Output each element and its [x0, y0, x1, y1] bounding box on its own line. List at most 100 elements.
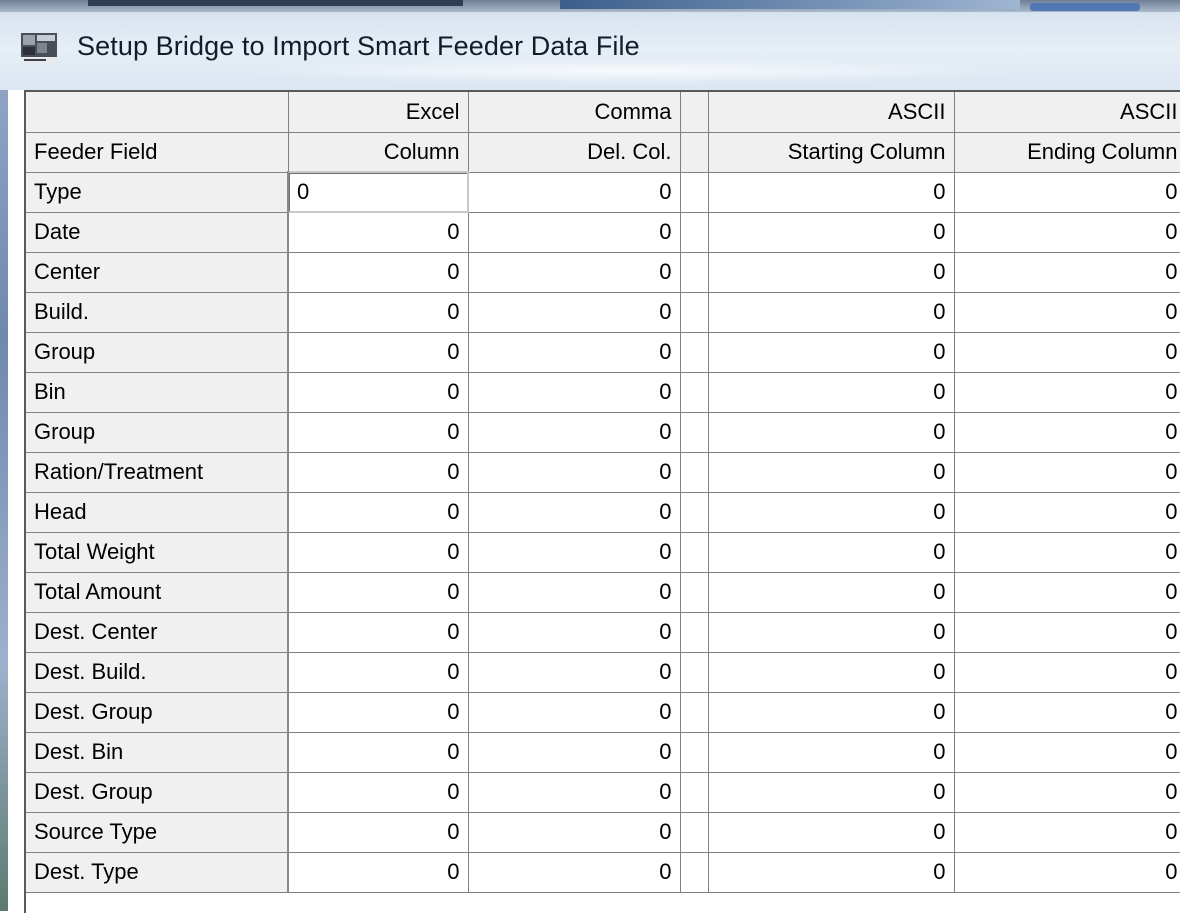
ascii-starting-column-cell[interactable]: 0	[708, 772, 955, 813]
excel-column-cell[interactable]: 0	[288, 212, 469, 253]
ascii-ending-column-cell[interactable]: 0	[954, 172, 1180, 213]
excel-column-cell[interactable]: 0	[288, 292, 469, 333]
ascii-ending-column-cell[interactable]: 0	[954, 532, 1180, 573]
comma-del-col-cell[interactable]: 0	[468, 852, 681, 893]
excel-column-cell[interactable]: 0	[288, 612, 469, 653]
ascii-starting-column-cell[interactable]: 0	[708, 652, 955, 693]
comma-del-col-cell[interactable]: 0	[468, 212, 681, 253]
header-ascii-start[interactable]: ASCII	[708, 92, 955, 133]
ascii-starting-column-cell[interactable]: 0	[708, 812, 955, 853]
comma-del-col-cell[interactable]: 0	[468, 252, 681, 293]
ascii-ending-column-cell[interactable]: 0	[954, 572, 1180, 613]
excel-column-cell[interactable]: 0	[288, 252, 469, 293]
field-mapping-grid[interactable]: Excel Comma ASCII ASCII Feeder Field Col…	[24, 90, 1180, 913]
ascii-ending-column-cell[interactable]: 0	[954, 412, 1180, 453]
table-row[interactable]: Dest. Group 0 0 0 0	[26, 772, 1180, 813]
table-row[interactable]: Total Weight 0 0 0 0	[26, 532, 1180, 573]
comma-del-col-cell[interactable]: 0	[468, 652, 681, 693]
ascii-starting-column-cell[interactable]: 0	[708, 572, 955, 613]
ascii-starting-column-cell[interactable]: 0	[708, 292, 955, 333]
table-row[interactable]: Source Type 0 0 0 0	[26, 812, 1180, 853]
ascii-starting-column-cell[interactable]: 0	[708, 692, 955, 733]
ascii-ending-column-cell[interactable]: 0	[954, 652, 1180, 693]
ascii-starting-column-cell[interactable]: 0	[708, 452, 955, 493]
comma-del-col-cell[interactable]: 0	[468, 732, 681, 773]
ascii-ending-column-cell[interactable]: 0	[954, 292, 1180, 333]
header-ascii-end[interactable]: ASCII	[954, 92, 1180, 133]
comma-del-col-cell[interactable]: 0	[468, 292, 681, 333]
ascii-starting-column-cell[interactable]: 0	[708, 852, 955, 893]
excel-column-cell[interactable]: 0	[288, 652, 469, 693]
excel-column-cell[interactable]: 0	[288, 852, 469, 893]
comma-del-col-cell[interactable]: 0	[468, 812, 681, 853]
table-row[interactable]: Build. 0 0 0 0	[26, 292, 1180, 333]
ascii-ending-column-cell[interactable]: 0	[954, 812, 1180, 853]
ascii-starting-column-cell[interactable]: 0	[708, 252, 955, 293]
table-row[interactable]: Total Amount 0 0 0 0	[26, 572, 1180, 613]
excel-column-cell[interactable]: 0	[288, 452, 469, 493]
comma-del-col-cell[interactable]: 0	[468, 172, 681, 213]
table-row[interactable]: Head 0 0 0 0	[26, 492, 1180, 533]
comma-del-col-cell[interactable]: 0	[468, 692, 681, 733]
ascii-ending-column-cell[interactable]: 0	[954, 212, 1180, 253]
ascii-starting-column-cell[interactable]: 0	[708, 612, 955, 653]
excel-column-cell[interactable]: 0	[288, 532, 469, 573]
table-row[interactable]: Dest. Group 0 0 0 0	[26, 692, 1180, 733]
excel-column-cell[interactable]: 0	[288, 812, 469, 853]
ascii-starting-column-cell[interactable]: 0	[708, 532, 955, 573]
table-row[interactable]: Ration/Treatment 0 0 0 0	[26, 452, 1180, 493]
header-excel[interactable]: Excel	[288, 92, 469, 133]
ascii-ending-column-cell[interactable]: 0	[954, 252, 1180, 293]
title-bar[interactable]: Setup Bridge to Import Smart Feeder Data…	[0, 0, 1180, 90]
excel-column-cell[interactable]: 0	[288, 412, 469, 453]
excel-column-cell[interactable]: 0	[288, 372, 469, 413]
comma-del-col-cell[interactable]: 0	[468, 412, 681, 453]
comma-del-col-cell[interactable]: 0	[468, 452, 681, 493]
excel-column-cell[interactable]: 0	[288, 572, 469, 613]
table-row[interactable]: Dest. Build. 0 0 0 0	[26, 652, 1180, 693]
table-row[interactable]: Date 0 0 0 0	[26, 212, 1180, 253]
header-comma[interactable]: Comma	[468, 92, 681, 133]
table-row[interactable]: Dest. Bin 0 0 0 0	[26, 732, 1180, 773]
table-row[interactable]: Bin 0 0 0 0	[26, 372, 1180, 413]
comma-del-col-cell[interactable]: 0	[468, 532, 681, 573]
ascii-ending-column-cell[interactable]: 0	[954, 692, 1180, 733]
comma-del-col-cell[interactable]: 0	[468, 332, 681, 373]
comma-del-col-cell[interactable]: 0	[468, 372, 681, 413]
excel-column-cell[interactable]: 0	[288, 772, 469, 813]
app-logo-icon[interactable]	[20, 29, 60, 65]
ascii-ending-column-cell[interactable]: 0	[954, 452, 1180, 493]
ascii-starting-column-cell[interactable]: 0	[708, 332, 955, 373]
excel-column-cell[interactable]: 0	[288, 332, 469, 373]
excel-column-cell[interactable]: 0	[288, 732, 469, 773]
ascii-starting-column-cell[interactable]: 0	[708, 212, 955, 253]
ascii-ending-column-cell[interactable]: 0	[954, 772, 1180, 813]
header-excel-column[interactable]: Column	[288, 132, 469, 173]
header-feeder-field[interactable]: Feeder Field	[26, 132, 289, 173]
ascii-starting-column-cell[interactable]: 0	[708, 372, 955, 413]
excel-column-cell[interactable]: 0	[288, 492, 469, 533]
excel-column-input-active[interactable]: 0	[287, 171, 469, 213]
comma-del-col-cell[interactable]: 0	[468, 772, 681, 813]
ascii-ending-column-cell[interactable]: 0	[954, 612, 1180, 653]
ascii-starting-column-cell[interactable]: 0	[708, 732, 955, 773]
ascii-ending-column-cell[interactable]: 0	[954, 732, 1180, 773]
excel-column-cell[interactable]: 0	[288, 692, 469, 733]
table-row[interactable]: Group 0 0 0 0	[26, 412, 1180, 453]
comma-del-col-cell[interactable]: 0	[468, 572, 681, 613]
table-row[interactable]: Center 0 0 0 0	[26, 252, 1180, 293]
ascii-ending-column-cell[interactable]: 0	[954, 372, 1180, 413]
table-row[interactable]: Group 0 0 0 0	[26, 332, 1180, 373]
table-row[interactable]: Type 0 0 0 0	[26, 171, 1180, 213]
table-row[interactable]: Dest. Type 0 0 0 0	[26, 852, 1180, 893]
ascii-ending-column-cell[interactable]: 0	[954, 492, 1180, 533]
table-row[interactable]: Dest. Center 0 0 0 0	[26, 612, 1180, 653]
ascii-starting-column-cell[interactable]: 0	[708, 492, 955, 533]
comma-del-col-cell[interactable]: 0	[468, 492, 681, 533]
header-comma-del-col[interactable]: Del. Col.	[468, 132, 681, 173]
ascii-ending-column-cell[interactable]: 0	[954, 852, 1180, 893]
header-ending-column[interactable]: Ending Column	[954, 132, 1180, 173]
ascii-starting-column-cell[interactable]: 0	[708, 412, 955, 453]
header-starting-column[interactable]: Starting Column	[708, 132, 955, 173]
ascii-ending-column-cell[interactable]: 0	[954, 332, 1180, 373]
